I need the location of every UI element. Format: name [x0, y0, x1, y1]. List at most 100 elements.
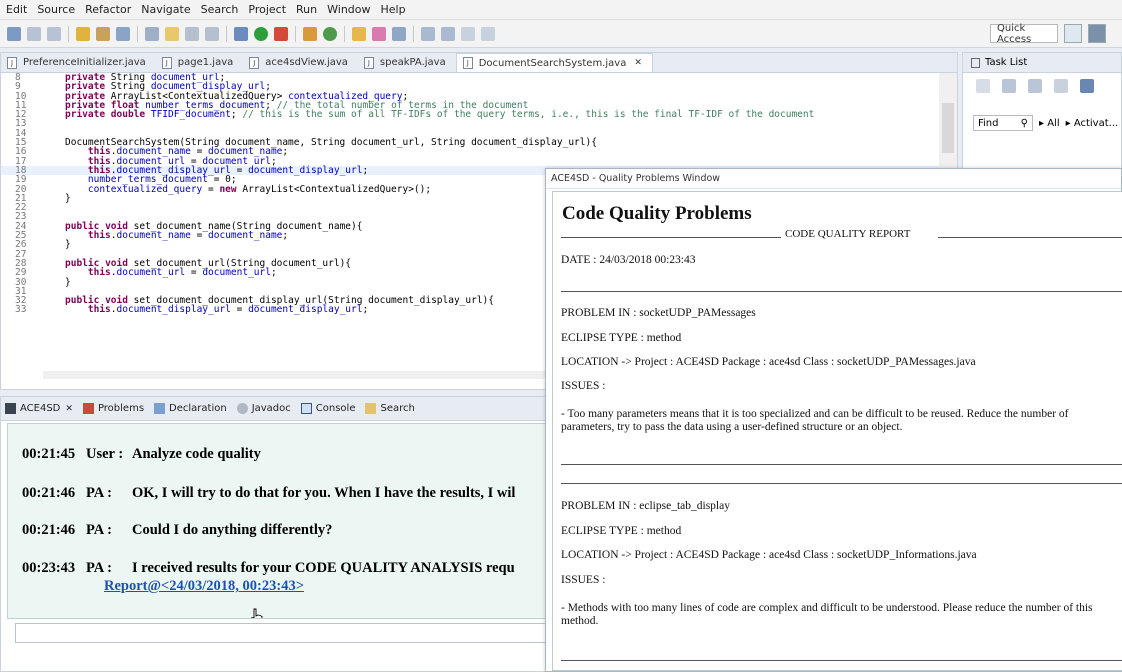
java-perspective-icon[interactable] [1088, 24, 1106, 43]
task-list-icon [971, 57, 980, 68]
task-find-row: Find ⚲ ▸ All ▸ Activat... [973, 115, 1118, 131]
editor-tabs: J PreferenceInitializer.java Jpage1.java … [1, 53, 957, 73]
menu-navigate[interactable]: Navigate [141, 3, 190, 16]
find-placeholder: Find [978, 117, 999, 129]
problem-name: PROBLEM IN : socketUDP_PAMessages [561, 307, 756, 319]
show-whitespace-icon[interactable] [205, 26, 219, 41]
previous-annotation-icon[interactable] [441, 26, 455, 41]
code-text: contextualized_query = new ArrayList<Con… [87, 183, 432, 195]
schedule-icon[interactable] [1028, 79, 1042, 93]
next-annotation-icon[interactable] [421, 26, 435, 41]
menu-source[interactable]: Source [37, 3, 75, 16]
divider [561, 483, 1122, 484]
new-class-icon[interactable] [323, 26, 337, 41]
java-file-icon: J [161, 56, 172, 69]
tab-speakpa[interactable]: JspeakPA.java [358, 53, 456, 72]
activate-filter[interactable]: ▸ Activat... [1066, 118, 1119, 129]
java-file-icon: J [363, 56, 374, 69]
chat-input[interactable] [15, 623, 555, 643]
tab-label: DocumentSearchSystem.java [478, 57, 627, 69]
menu-project[interactable]: Project [248, 3, 286, 16]
close-icon[interactable]: ✕ [634, 58, 642, 68]
task-find-input[interactable]: Find ⚲ [973, 115, 1033, 131]
run-icon[interactable] [254, 26, 268, 41]
message-speaker: PA : [86, 522, 112, 538]
focus-icon[interactable] [1054, 79, 1068, 93]
tab-label: Console [315, 403, 356, 414]
report-date: DATE : 24/03/2018 00:23:43 [561, 254, 696, 266]
menu-help[interactable]: Help [381, 3, 406, 16]
new-icon[interactable] [7, 26, 21, 41]
close-icon[interactable]: ✕ [65, 404, 73, 414]
tab-page1[interactable]: Jpage1.java [156, 53, 243, 72]
tab-problems[interactable]: Problems [82, 403, 145, 414]
menu-run[interactable]: Run [296, 3, 317, 16]
chat-message: 00:21:46 PA : Could I do anything differen… [22, 522, 332, 539]
divider [938, 237, 1122, 238]
tab-label: Problems [97, 403, 145, 414]
ace4sd-view: ACE4SD ✕ Problems Declaration Javadoc Con… [0, 396, 558, 672]
open-folder-icon[interactable] [352, 26, 366, 41]
tab-preference-initializer[interactable]: J PreferenceInitializer.java [1, 53, 156, 72]
quick-access-field[interactable]: Quick Access [990, 23, 1058, 45]
report-link[interactable]: Report@<24/03/2018, 00:23:43> [104, 578, 304, 595]
new-package-icon[interactable] [303, 26, 317, 41]
tab-label: page1.java [177, 57, 234, 68]
toolbar-separator [344, 25, 345, 42]
menu-window[interactable]: Window [327, 3, 370, 16]
open-type-icon[interactable] [116, 26, 130, 41]
tab-ace4sdview[interactable]: Jace4sdView.java [243, 53, 358, 72]
tab-javadoc[interactable]: Javadoc [236, 403, 291, 414]
menu-search[interactable]: Search [201, 3, 239, 16]
save-all-icon[interactable] [47, 26, 61, 41]
menu-edit[interactable]: Edit [6, 3, 27, 16]
code-line[interactable]: 12 private double TFIDF_document; // this… [1, 109, 957, 121]
tab-documentsearchsystem[interactable]: J DocumentSearchSystem.java ✕ [455, 53, 653, 72]
report-heading: Code Quality Problems [562, 203, 752, 224]
tab-ace4sd[interactable]: ACE4SD ✕ [5, 403, 73, 414]
tab-declaration[interactable]: Declaration [154, 403, 227, 414]
report-title: CODE QUALITY REPORT [785, 228, 911, 240]
tasks-icon[interactable] [372, 26, 386, 41]
collapse-icon[interactable] [1080, 79, 1094, 93]
code-line[interactable]: 13 [1, 119, 957, 129]
activate-filter-label: Activat... [1073, 117, 1119, 129]
package-icon[interactable] [96, 26, 110, 41]
problem-location: LOCATION -> Project : ACE4SD Package : a… [561, 549, 977, 561]
scroll-thumb[interactable] [942, 103, 954, 153]
all-filter[interactable]: ▸ All [1039, 118, 1060, 129]
menu-refactor[interactable]: Refactor [85, 3, 131, 16]
problem-issues-label: ISSUES : [561, 380, 606, 392]
pin-icon[interactable] [145, 26, 159, 41]
tab-console[interactable]: Console [300, 403, 356, 414]
message-text: Analyze code quality [132, 446, 261, 462]
debug-icon[interactable] [234, 26, 248, 41]
forward-icon[interactable] [481, 26, 495, 41]
tab-search[interactable]: Search [365, 403, 415, 414]
message-speaker: PA : [86, 485, 112, 501]
problem-type: ECLIPSE TYPE : method [561, 332, 682, 344]
toolbar-separator [295, 25, 296, 42]
java-file-icon: J [249, 56, 260, 69]
javadoc-icon [236, 403, 248, 414]
search-icon: ⚲ [1020, 117, 1028, 129]
code-text: private double TFIDF_document; // this i… [65, 109, 815, 121]
pen-icon[interactable] [165, 26, 179, 41]
problem-name: PROBLEM IN : eclipse_tab_display [561, 500, 730, 512]
toggle-mark-icon[interactable] [185, 26, 199, 41]
external-tools-icon[interactable] [274, 26, 288, 41]
back-icon[interactable] [461, 26, 475, 41]
divider [561, 237, 781, 238]
new-task-icon[interactable] [976, 79, 990, 93]
open-perspective-icon[interactable] [1064, 24, 1082, 43]
categorize-icon[interactable] [1002, 79, 1016, 93]
terminal-icon [5, 403, 16, 414]
code-text: this.document_url = document_url; [87, 267, 277, 279]
toolbar-separator [413, 25, 414, 42]
toolbar-separator [68, 25, 69, 42]
save-icon[interactable] [27, 26, 41, 41]
build-icon[interactable] [76, 26, 90, 41]
divider [561, 464, 1122, 465]
annotation-icon[interactable] [392, 26, 406, 41]
tab-label: ACE4SD [20, 403, 61, 414]
